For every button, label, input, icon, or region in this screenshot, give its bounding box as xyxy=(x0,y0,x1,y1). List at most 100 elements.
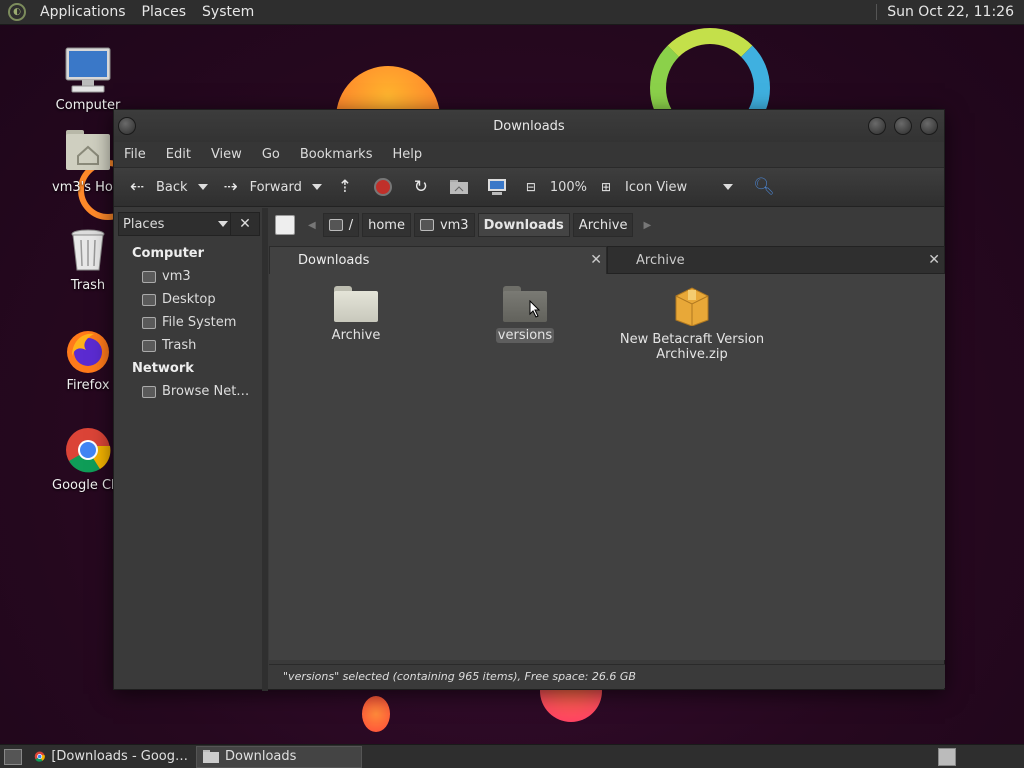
status-bar: "versions" selected (containing 965 item… xyxy=(269,664,945,688)
sidebar-item-desktop[interactable]: Desktop xyxy=(118,288,260,311)
chrome-icon xyxy=(64,426,112,474)
breadcrumb-label: vm3 xyxy=(439,217,469,233)
home-folder-icon xyxy=(142,270,156,283)
search-button[interactable]: 🔍︎ xyxy=(749,172,779,202)
breadcrumb-vm3[interactable]: vm3 xyxy=(413,213,475,237)
top-panel: ◐ Applications Places System Sun Oct 22,… xyxy=(0,0,1024,25)
menu-file[interactable]: File xyxy=(114,147,156,162)
sidebar-item-browse-network[interactable]: Browse Net… xyxy=(118,380,260,403)
pane-splitter[interactable] xyxy=(262,208,268,691)
up-arrow-icon: ⇡ xyxy=(337,177,352,197)
forward-arrow-icon: ⇢ xyxy=(223,177,238,197)
workspace-switcher[interactable] xyxy=(938,747,956,766)
file-name-line-2: Archive.zip xyxy=(656,347,728,362)
bottom-taskbar: [Downloads - Goog… Downloads xyxy=(0,744,1024,768)
forward-button[interactable]: ⇢ Forward xyxy=(216,172,306,202)
zoom-level[interactable]: 100% xyxy=(550,180,587,195)
sidebar-type-label: Places xyxy=(123,216,165,232)
file-item-versions[interactable]: versions xyxy=(495,286,555,343)
home-folder-icon xyxy=(64,128,112,176)
menu-go[interactable]: Go xyxy=(252,147,290,162)
tab-close-icon[interactable]: ✕ xyxy=(928,252,940,268)
sidebar-type-select[interactable]: Places xyxy=(119,213,231,235)
breadcrumb-home[interactable]: home xyxy=(362,213,411,237)
menu-view[interactable]: View xyxy=(201,147,252,162)
sidebar-item-label: vm3 xyxy=(162,269,191,284)
tab-label: Downloads xyxy=(298,253,370,268)
file-item-archive[interactable]: Archive xyxy=(331,286,381,343)
reload-icon: ↻ xyxy=(413,177,428,197)
tab-downloads[interactable]: Downloads ✕ xyxy=(269,246,607,274)
sidebar-item-filesystem[interactable]: File System xyxy=(118,311,260,334)
menu-bookmarks[interactable]: Bookmarks xyxy=(290,147,383,162)
wallpaper-dot xyxy=(362,696,390,732)
breadcrumb-left-arrow[interactable]: ◀ xyxy=(308,220,316,231)
firefox-icon xyxy=(64,326,112,374)
window-menu-button[interactable] xyxy=(118,117,136,135)
location-bar: ◀ / home vm3 Downloads Archive ▶ xyxy=(269,212,941,238)
menu-help[interactable]: Help xyxy=(382,147,432,162)
zoom-out-button[interactable]: ⊟ xyxy=(516,172,546,202)
close-button[interactable] xyxy=(920,117,938,135)
menu-system[interactable]: System xyxy=(194,4,262,20)
forward-history-dropdown[interactable] xyxy=(311,184,322,190)
breadcrumb-label: / xyxy=(348,217,354,233)
stop-button[interactable] xyxy=(368,172,398,202)
drive-icon xyxy=(328,219,343,231)
chrome-icon xyxy=(34,751,45,762)
show-desktop-icon[interactable] xyxy=(4,748,22,765)
back-button[interactable]: ⇠ Back xyxy=(122,172,192,202)
menu-edit[interactable]: Edit xyxy=(156,147,201,162)
home-button[interactable] xyxy=(444,172,474,202)
file-name: Archive xyxy=(331,328,381,343)
breadcrumb-right-arrow[interactable]: ▶ xyxy=(643,220,651,231)
file-item-zip[interactable]: New Betacraft Version Archive.zip xyxy=(615,286,769,362)
sidebar-item-label: Browse Net… xyxy=(162,384,250,399)
sidebar-close-icon[interactable]: ✕ xyxy=(231,216,259,232)
window-titlebar[interactable]: Downloads xyxy=(114,110,944,142)
menu-places[interactable]: Places xyxy=(134,4,195,20)
breadcrumb-label: Downloads xyxy=(483,217,564,233)
folder-icon xyxy=(503,286,547,322)
file-name: versions xyxy=(495,328,555,343)
desktop-icon-computer[interactable]: Computer xyxy=(52,46,124,113)
sidebar: Places ✕ Computer vm3 Desktop File Syste… xyxy=(118,212,260,686)
reload-button[interactable]: ↻ xyxy=(406,172,436,202)
view-mode-dropdown[interactable] xyxy=(723,184,734,190)
edit-location-icon[interactable] xyxy=(275,215,295,235)
tab-close-icon[interactable]: ✕ xyxy=(590,252,602,268)
back-arrow-icon: ⇠ xyxy=(129,177,145,197)
breadcrumb-label: Archive xyxy=(578,217,628,233)
sidebar-item-trash[interactable]: Trash xyxy=(118,334,260,357)
up-button[interactable]: ⇡ xyxy=(330,172,360,202)
breadcrumb-archive[interactable]: Archive xyxy=(572,213,634,237)
task-file-manager[interactable]: Downloads xyxy=(196,745,362,768)
breadcrumb-downloads[interactable]: Downloads xyxy=(477,213,570,237)
file-name-line-1: New Betacraft Version xyxy=(619,332,765,347)
system-logo-icon[interactable]: ◐ xyxy=(8,3,26,21)
home-folder-icon xyxy=(419,219,434,231)
breadcrumb-root[interactable]: / xyxy=(322,213,360,237)
trash-icon xyxy=(142,339,156,352)
sidebar-item-label: Desktop xyxy=(162,292,216,307)
task-label: [Downloads - Goog… xyxy=(51,749,188,764)
zoom-in-icon: ⊞ xyxy=(600,180,612,194)
menu-applications[interactable]: Applications xyxy=(32,4,134,20)
minimize-button[interactable] xyxy=(868,117,886,135)
view-mode-select[interactable]: Icon View xyxy=(625,180,717,195)
clock[interactable]: Sun Oct 22, 11:26 xyxy=(876,4,1020,20)
task-chrome-downloads[interactable]: [Downloads - Goog… xyxy=(28,746,194,768)
menubar: File Edit View Go Bookmarks Help xyxy=(114,142,944,167)
back-history-dropdown[interactable] xyxy=(197,184,208,190)
zip-archive-icon xyxy=(674,286,710,327)
icon-view[interactable]: Archive versions New Betacraft Version A… xyxy=(269,274,945,660)
file-manager-window: Downloads File Edit View Go Bookmarks He… xyxy=(113,109,945,691)
zoom-in-button[interactable]: ⊞ xyxy=(591,172,621,202)
maximize-button[interactable] xyxy=(894,117,912,135)
computer-button[interactable] xyxy=(482,172,512,202)
sidebar-item-vm3[interactable]: vm3 xyxy=(118,265,260,288)
computer-icon xyxy=(486,176,508,198)
computer-icon xyxy=(64,46,112,94)
tab-archive[interactable]: Archive ✕ xyxy=(607,246,945,274)
folder-icon xyxy=(334,286,378,322)
